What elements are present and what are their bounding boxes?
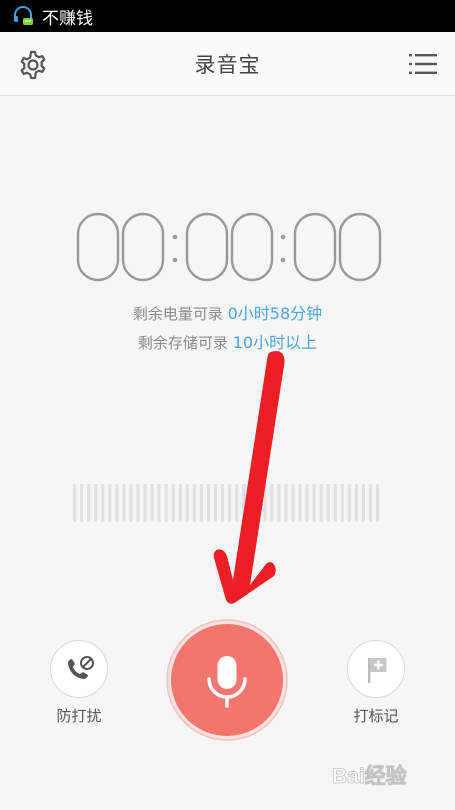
battery-remaining: 剩余电量可录 0小时58分钟 — [0, 300, 455, 324]
level-bar — [87, 484, 91, 522]
phone-block-icon — [68, 656, 94, 679]
level-bar — [319, 484, 323, 522]
storage-remaining: 剩余存储可录 10小时以上 — [0, 329, 455, 353]
level-bar — [340, 484, 344, 522]
level-bar — [178, 484, 182, 522]
add-mark-button[interactable] — [347, 640, 405, 698]
level-bar — [206, 484, 211, 522]
level-bar — [122, 484, 126, 522]
timer-seconds: 00 — [0, 210, 2, 211]
level-bar — [242, 484, 246, 522]
baidu-watermark: Bai经验 — [332, 764, 407, 789]
level-bar — [249, 484, 253, 522]
level-bar — [347, 484, 351, 522]
level-bar — [256, 484, 260, 522]
timer-digit — [185, 212, 229, 282]
app-bar: 录音宝 — [0, 32, 455, 96]
level-bar — [333, 484, 337, 522]
level-bar — [94, 484, 98, 522]
level-bar — [326, 484, 330, 522]
level-bar — [263, 484, 267, 522]
level-bar — [171, 484, 175, 522]
gear-icon[interactable] — [18, 50, 48, 80]
level-bar — [157, 484, 161, 522]
record-button[interactable] — [166, 619, 288, 741]
level-bar — [185, 484, 189, 522]
battery-remaining-label: 剩余电量可录 — [132, 305, 223, 323]
level-bar — [277, 484, 281, 522]
level-bar — [291, 484, 295, 522]
status-bar: 不赚钱 — [0, 0, 455, 32]
page-title: 录音宝 — [194, 52, 261, 77]
list-menu-icon[interactable] — [409, 50, 437, 78]
level-bar — [115, 484, 119, 522]
level-bar — [284, 484, 288, 522]
audio-level-meter — [73, 484, 380, 522]
level-bar — [368, 484, 373, 522]
level-bar — [312, 484, 316, 522]
timer-digit — [293, 212, 337, 282]
level-bar — [192, 484, 196, 522]
status-text: 不赚钱 — [42, 8, 93, 29]
timer-digit — [338, 212, 382, 282]
level-bar — [199, 484, 203, 522]
timer-digit — [230, 212, 274, 282]
timer-separators — [172, 234, 286, 263]
level-bar — [354, 484, 358, 522]
level-bar — [108, 484, 112, 522]
level-bar — [101, 484, 105, 522]
do-not-disturb-button[interactable] — [50, 640, 108, 698]
level-bar — [228, 484, 232, 522]
level-bar — [80, 484, 84, 522]
headset-chat-icon — [14, 6, 33, 25]
recording-timer: 00 : 00 00 — [0, 210, 382, 282]
level-bar — [305, 484, 309, 522]
level-bar — [375, 484, 380, 522]
battery-remaining-value: 0小时58分钟 — [227, 304, 323, 323]
level-bar — [270, 484, 274, 522]
timer-digit — [76, 212, 120, 282]
do-not-disturb-label: 防打扰 — [56, 707, 102, 725]
level-bar — [129, 484, 133, 522]
add-mark-label: 打标记 — [353, 707, 399, 725]
timer-digit — [121, 212, 165, 282]
storage-remaining-value: 10小时以上 — [232, 333, 318, 352]
level-bar — [164, 484, 168, 522]
level-bar — [213, 484, 218, 522]
level-bar — [298, 484, 302, 522]
level-bar — [73, 484, 77, 522]
level-bar — [220, 484, 225, 522]
level-bar — [136, 484, 140, 522]
svg-text:Bai经验: Bai经验 — [332, 764, 407, 788]
level-bar — [143, 484, 147, 522]
flag-plus-icon — [368, 658, 387, 683]
level-bar — [150, 484, 154, 522]
storage-remaining-label: 剩余存储可录 — [137, 334, 228, 352]
level-bar — [361, 484, 366, 522]
level-bar — [235, 484, 239, 522]
